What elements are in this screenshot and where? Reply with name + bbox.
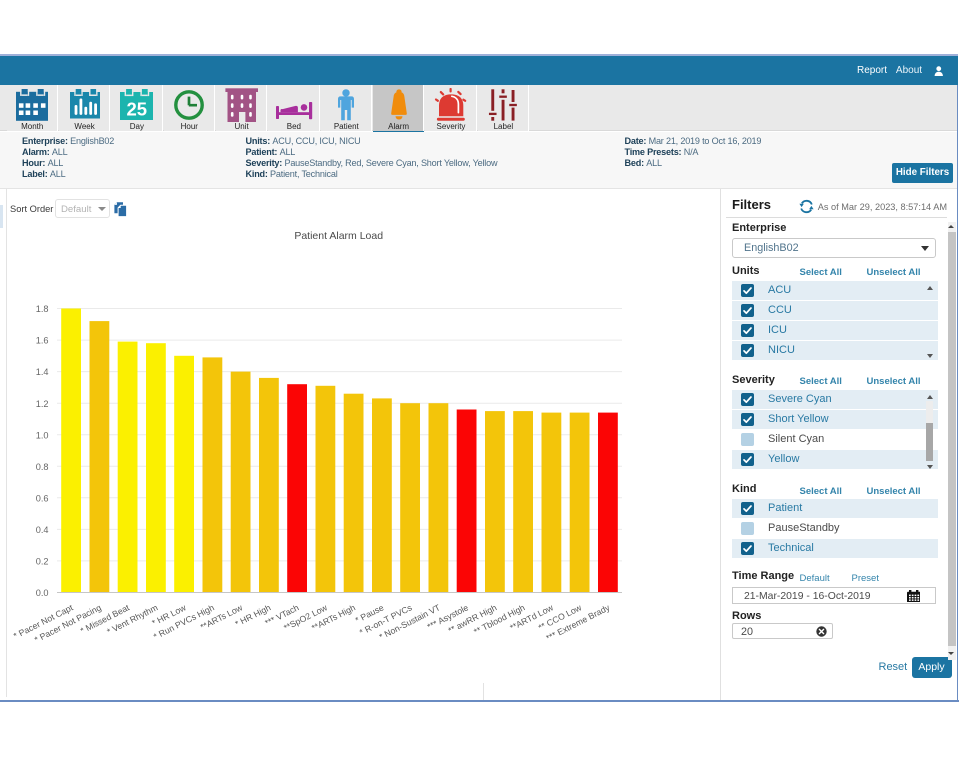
- svg-text:0.8: 0.8: [36, 462, 49, 472]
- svg-text:1.2: 1.2: [36, 399, 49, 409]
- svg-text:0.4: 0.4: [36, 525, 49, 535]
- svg-text:1.4: 1.4: [36, 367, 49, 377]
- svg-text:1.6: 1.6: [36, 336, 49, 346]
- svg-text:25: 25: [127, 99, 148, 120]
- svg-text:1.8: 1.8: [36, 304, 49, 314]
- svg-text:0.2: 0.2: [36, 557, 49, 567]
- svg-text:0.6: 0.6: [36, 493, 49, 503]
- svg-text:Patient Alarm Load: Patient Alarm Load: [294, 230, 383, 242]
- svg-text:1.0: 1.0: [36, 430, 49, 440]
- svg-text:0.0: 0.0: [36, 588, 49, 598]
